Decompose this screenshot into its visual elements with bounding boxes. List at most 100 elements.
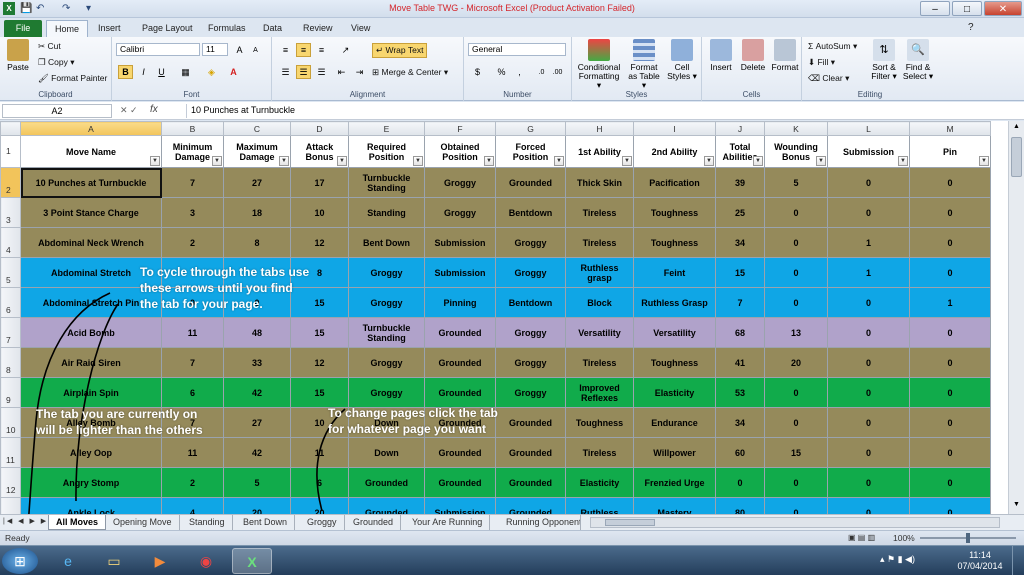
- number-format-select[interactable]: General: [468, 43, 566, 56]
- horizontal-scrollbar[interactable]: [590, 517, 1000, 528]
- paste-label: Paste: [7, 62, 29, 72]
- zoom-level[interactable]: 100%: [893, 533, 915, 543]
- formula-input[interactable]: 10 Punches at Turnbuckle: [186, 104, 1006, 118]
- align-top-icon[interactable]: ≡: [278, 43, 293, 57]
- spreadsheet-grid[interactable]: ABCDEFGHIJKLM 1 Move Name ▼ Minimum Damage ▼…: [0, 121, 1008, 514]
- scroll-thumb[interactable]: [1011, 137, 1022, 177]
- help-icon[interactable]: ?: [960, 20, 982, 37]
- tab-view[interactable]: View: [343, 20, 378, 37]
- sheet-tab-opening-move[interactable]: Opening Move: [106, 515, 180, 530]
- clock[interactable]: 11:14 07/04/2014: [955, 550, 1005, 572]
- comma-button[interactable]: ,: [512, 65, 527, 79]
- shrink-font-icon[interactable]: A: [248, 43, 263, 57]
- conditional-formatting-button[interactable]: Conditional Formatting ▾: [576, 39, 622, 90]
- wrap-text-button[interactable]: ↵ Wrap Text: [372, 43, 428, 58]
- tab-data[interactable]: Data: [255, 20, 290, 37]
- grow-font-icon[interactable]: A: [232, 43, 247, 57]
- vertical-scrollbar[interactable]: ▲ ▼: [1008, 121, 1024, 514]
- clear-label: Clear ▾: [822, 73, 850, 83]
- tab-home[interactable]: Home: [46, 20, 89, 37]
- tray-icons[interactable]: ▴ ⚑ ▮ ◀): [880, 554, 915, 565]
- cut-button[interactable]: ✂ Cut: [38, 41, 61, 52]
- sheet-tab-standing[interactable]: Standing: [182, 515, 233, 530]
- copy-button[interactable]: ❐ Copy ▾: [38, 57, 74, 68]
- increase-decimal-icon[interactable]: .0: [534, 65, 549, 79]
- tab-review[interactable]: Review: [295, 20, 341, 37]
- eraser-icon: ⌫: [808, 73, 823, 83]
- merge-center-button[interactable]: ⊞ Merge & Center ▾: [372, 67, 448, 78]
- align-right-icon[interactable]: ☰: [314, 65, 329, 79]
- borders-icon[interactable]: ▦: [178, 65, 193, 79]
- find-select-button[interactable]: 🔍 Find & Select ▾: [902, 39, 934, 81]
- editing-group: Σ AutoSum ▾ ⬇ Fill ▾ ⌫ Clear ▾ ⇅ Sort & F…: [802, 37, 938, 101]
- h-scroll-thumb[interactable]: [605, 519, 655, 526]
- scroll-down-icon[interactable]: ▼: [1011, 501, 1022, 511]
- sheet-tab-groggy[interactable]: Groggy: [300, 515, 345, 530]
- sheet-tab-all-moves[interactable]: All Moves: [48, 515, 107, 530]
- wrap-text-label: Wrap Text: [385, 45, 424, 55]
- tab-scroll-arrows-icon[interactable]: |◀ ◀ ▶ ▶|: [3, 517, 52, 525]
- styles-group: Conditional Formatting ▾ Format as Table…: [572, 37, 702, 101]
- name-box[interactable]: A2: [2, 104, 112, 118]
- cell-styles-button[interactable]: Cell Styles ▾: [666, 39, 698, 81]
- formula-cancel-icon[interactable]: ✕ ✓: [120, 105, 138, 116]
- maximize-button[interactable]: □: [952, 1, 982, 16]
- fill-button[interactable]: ⬇ Fill ▾: [808, 57, 835, 68]
- percent-button[interactable]: %: [494, 65, 509, 79]
- decrease-decimal-icon[interactable]: .00: [550, 65, 565, 79]
- clock-date: 07/04/2014: [957, 561, 1003, 571]
- minimize-button[interactable]: –: [920, 1, 950, 16]
- file-explorer-icon[interactable]: ▭: [94, 548, 134, 574]
- annotation-arrow-left: [28, 292, 111, 514]
- chrome-icon[interactable]: ◉: [186, 548, 226, 574]
- sheet-tab-grounded[interactable]: Grounded: [346, 515, 402, 530]
- tab-formulas[interactable]: Formulas: [200, 20, 254, 37]
- tab-page-layout[interactable]: Page Layout: [134, 20, 201, 37]
- zoom-slider-thumb[interactable]: [966, 533, 970, 543]
- sort-icon: ⇅: [873, 39, 895, 61]
- show-desktop-button[interactable]: [1012, 546, 1024, 575]
- zoom-slider[interactable]: [920, 533, 1016, 543]
- tab-insert[interactable]: Insert: [90, 20, 129, 37]
- align-center-icon[interactable]: ☰: [296, 65, 311, 79]
- fill-color-icon[interactable]: ◈: [204, 65, 219, 79]
- sheet-tab-running-opponent[interactable]: Running Opponent: [499, 515, 581, 530]
- underline-button[interactable]: U: [154, 65, 169, 79]
- font-name-select[interactable]: Calibri: [116, 43, 200, 56]
- align-middle-icon[interactable]: ≡: [296, 43, 311, 57]
- sort-filter-button[interactable]: ⇅ Sort & Filter ▾: [868, 39, 900, 81]
- format-as-table-button[interactable]: Format as Table ▾: [626, 39, 662, 90]
- media-player-icon[interactable]: ▶: [140, 548, 180, 574]
- bold-button[interactable]: B: [118, 65, 133, 79]
- align-left-icon[interactable]: ☰: [278, 65, 293, 79]
- italic-button[interactable]: I: [136, 65, 151, 79]
- sheet-tab-bent-down[interactable]: Bent Down: [236, 515, 296, 530]
- scroll-up-icon[interactable]: ▲: [1011, 123, 1022, 133]
- format-as-table-label: Format as Table ▾: [628, 62, 660, 90]
- increase-indent-icon[interactable]: ⇥: [352, 65, 367, 79]
- align-bottom-icon[interactable]: ≡: [314, 43, 329, 57]
- insert-cells-button[interactable]: Insert: [706, 39, 736, 72]
- font-size-select[interactable]: 11: [202, 43, 228, 56]
- format-cells-button[interactable]: Format: [770, 39, 800, 72]
- paste-icon: [7, 39, 29, 61]
- tab-file[interactable]: File: [4, 20, 42, 37]
- orientation-icon[interactable]: ↗: [338, 43, 353, 57]
- fx-button[interactable]: fx: [150, 104, 158, 115]
- excel-taskbar-icon[interactable]: X: [232, 548, 272, 574]
- view-buttons-icon[interactable]: ▣ ▤ ▥: [848, 533, 875, 542]
- clear-button[interactable]: ⌫ Clear ▾: [808, 73, 849, 84]
- paste-button[interactable]: Paste: [4, 39, 32, 72]
- start-button-icon[interactable]: ⊞: [2, 548, 38, 574]
- format-painter-button[interactable]: 🖌 Format Painter: [38, 73, 107, 84]
- sheet-tab-your-are-running[interactable]: Your Are Running: [405, 515, 491, 530]
- currency-icon[interactable]: $: [470, 65, 485, 79]
- delete-cells-button[interactable]: Delete: [738, 39, 768, 72]
- close-button[interactable]: ✕: [984, 1, 1022, 16]
- decrease-indent-icon[interactable]: ⇤: [334, 65, 349, 79]
- autosum-button[interactable]: Σ AutoSum ▾: [808, 41, 857, 52]
- alignment-group-label: Alignment: [349, 90, 386, 99]
- number-group: General $ % , .0 .00 Number: [464, 37, 572, 101]
- font-color-icon[interactable]: A: [226, 65, 241, 79]
- internet-explorer-icon[interactable]: e: [48, 548, 88, 574]
